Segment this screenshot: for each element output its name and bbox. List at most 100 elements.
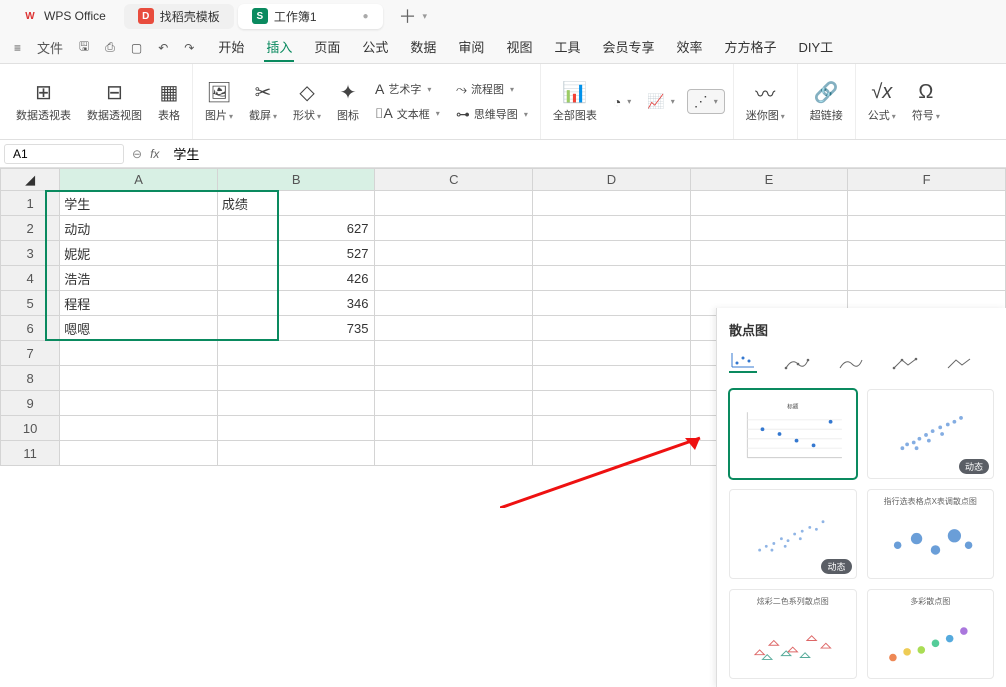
cell[interactable]: [375, 216, 533, 241]
table-button[interactable]: ▦表格: [154, 79, 184, 125]
menu-review[interactable]: 审阅: [456, 33, 486, 62]
row-header[interactable]: 1: [1, 191, 60, 216]
chart-thumbnail[interactable]: 动态: [729, 489, 857, 579]
cell[interactable]: [848, 216, 1006, 241]
cell[interactable]: [375, 441, 533, 466]
row-header[interactable]: 6: [1, 316, 60, 341]
print-icon[interactable]: ⎙: [99, 36, 121, 59]
undo-icon[interactable]: ↶: [152, 37, 174, 59]
wordart-button[interactable]: A艺术字▾: [371, 79, 435, 99]
cell[interactable]: 妮妮: [60, 241, 218, 266]
cell-name-box[interactable]: [4, 144, 124, 164]
cell[interactable]: 程程: [60, 291, 218, 316]
cell[interactable]: [848, 266, 1006, 291]
formula-button[interactable]: √x公式▾: [864, 79, 900, 125]
col-header[interactable]: D: [533, 169, 691, 191]
cell[interactable]: [217, 341, 375, 366]
textbox-button[interactable]: ⌷A文本框▾: [371, 103, 444, 124]
menu-page[interactable]: 页面: [312, 33, 342, 62]
scatter-type-basic[interactable]: [729, 353, 757, 373]
cell[interactable]: [690, 191, 848, 216]
cell[interactable]: [375, 266, 533, 291]
cell[interactable]: [60, 391, 218, 416]
row-header[interactable]: 8: [1, 366, 60, 391]
scatter-type-straight-markers[interactable]: [891, 353, 919, 373]
tab-dropdown-icon[interactable]: ●: [363, 11, 369, 22]
cell[interactable]: 426: [217, 266, 375, 291]
menu-view[interactable]: 视图: [504, 33, 534, 62]
cell[interactable]: 346: [217, 291, 375, 316]
cell[interactable]: [690, 241, 848, 266]
cell[interactable]: [375, 416, 533, 441]
scatter-type-smooth[interactable]: [837, 353, 865, 373]
shapes-button[interactable]: ◇形状▾: [289, 79, 325, 125]
row-header[interactable]: 5: [1, 291, 60, 316]
cell[interactable]: [217, 441, 375, 466]
sparkline-button[interactable]: 〰迷你图▾: [742, 79, 789, 125]
cell-name-input[interactable]: [13, 147, 115, 161]
cell[interactable]: 学生: [60, 191, 218, 216]
cell[interactable]: [375, 391, 533, 416]
chart-thumbnail[interactable]: 炫彩二色系列散点图: [729, 589, 857, 679]
row-header[interactable]: 7: [1, 341, 60, 366]
row-header[interactable]: 9: [1, 391, 60, 416]
cell[interactable]: 成绩: [217, 191, 375, 216]
scatter-chart-button[interactable]: ⋰▾: [687, 89, 725, 114]
col-header[interactable]: E: [690, 169, 848, 191]
cell[interactable]: [60, 441, 218, 466]
chart-thumbnail[interactable]: 动态: [867, 389, 995, 479]
cell[interactable]: [533, 241, 691, 266]
new-tab-dropdown-icon[interactable]: ▾: [423, 11, 428, 22]
cell[interactable]: [690, 216, 848, 241]
template-tab[interactable]: D 找稻壳模板: [124, 4, 234, 29]
cell[interactable]: 527: [217, 241, 375, 266]
cell[interactable]: [533, 441, 691, 466]
cell[interactable]: [533, 416, 691, 441]
menu-formula[interactable]: 公式: [360, 33, 390, 62]
document-tab[interactable]: S 工作簿1 ●: [238, 4, 383, 29]
cell[interactable]: [375, 241, 533, 266]
cancel-icon[interactable]: ⊖: [132, 147, 142, 161]
flowchart-button[interactable]: ⤳流程图▾: [452, 79, 518, 100]
row-header[interactable]: 11: [1, 441, 60, 466]
cell[interactable]: [533, 391, 691, 416]
redo-icon[interactable]: ↷: [178, 37, 200, 59]
picture-button[interactable]: 🖼图片▾: [201, 79, 237, 125]
pivot-chart-button[interactable]: ⊟数据透视图: [83, 79, 146, 125]
save-icon[interactable]: 🖫: [73, 33, 95, 62]
menu-member[interactable]: 会员专享: [600, 33, 656, 62]
col-header[interactable]: C: [375, 169, 533, 191]
chart-thumbnail[interactable]: 标题: [729, 389, 857, 479]
app-tab[interactable]: W WPS Office: [8, 4, 120, 28]
scatter-type-smooth-markers[interactable]: [783, 353, 811, 373]
cell[interactable]: [533, 316, 691, 341]
cell[interactable]: [375, 366, 533, 391]
cell[interactable]: [217, 366, 375, 391]
chart-thumbnail[interactable]: 指行选表格点X表调散点图: [867, 489, 995, 579]
line-chart-button[interactable]: 📈▾: [643, 91, 678, 112]
select-all-corner[interactable]: ◢: [1, 169, 60, 191]
icons-button[interactable]: ✦图标: [333, 79, 363, 125]
cell[interactable]: 627: [217, 216, 375, 241]
cell[interactable]: [375, 341, 533, 366]
fx-icon[interactable]: fx: [150, 147, 159, 161]
cell[interactable]: 735: [217, 316, 375, 341]
cell[interactable]: [375, 291, 533, 316]
all-charts-button[interactable]: 📊全部图表: [549, 79, 601, 125]
menu-insert[interactable]: 插入: [264, 33, 294, 62]
cell[interactable]: [533, 216, 691, 241]
mindmap-button[interactable]: ⊶思维导图▾: [452, 104, 532, 125]
cell[interactable]: [848, 191, 1006, 216]
row-header[interactable]: 4: [1, 266, 60, 291]
pivot-table-button[interactable]: ⊞数据透视表: [12, 79, 75, 125]
cell[interactable]: [375, 316, 533, 341]
screenshot-button[interactable]: ✂截屏▾: [245, 79, 281, 125]
cell[interactable]: 浩浩: [60, 266, 218, 291]
menu-start[interactable]: 开始: [216, 33, 246, 62]
cell[interactable]: [375, 191, 533, 216]
cell[interactable]: 动动: [60, 216, 218, 241]
preview-icon[interactable]: ▢: [125, 37, 148, 59]
menu-icon[interactable]: ≡: [8, 37, 27, 59]
cell[interactable]: [690, 266, 848, 291]
cell[interactable]: [533, 366, 691, 391]
